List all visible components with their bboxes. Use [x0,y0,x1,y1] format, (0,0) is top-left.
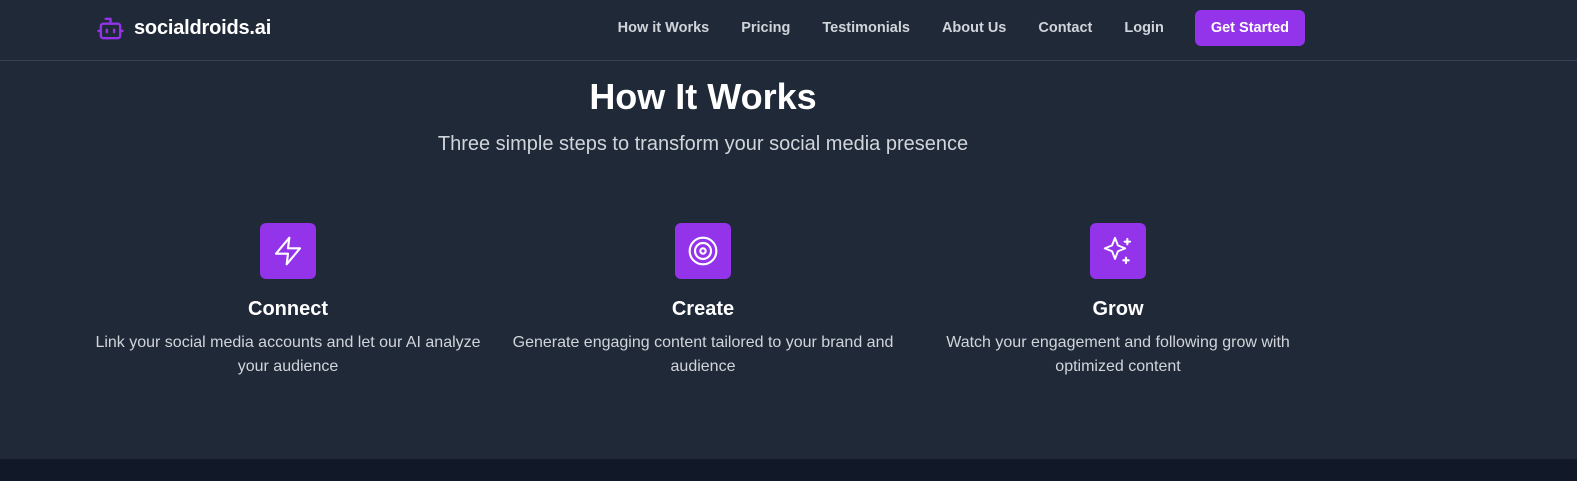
step-icon-box [260,223,316,279]
brand-name: socialdroids.ai [134,16,272,39]
step-title: Create [671,298,735,320]
nav-link-how-it-works[interactable]: How it Works [618,20,710,36]
step-description: Generate engaging content tailored to yo… [512,334,894,375]
step-description: Watch your engagement and following grow… [946,334,1290,375]
section-title: How It Works [589,76,817,117]
get-started-button[interactable]: Get Started [1194,10,1305,46]
nav-links: How it Works Pricing Testimonials About … [618,10,1305,46]
section-subtitle: Three simple steps to transform your soc… [437,133,969,155]
step-icon-box [675,223,731,279]
sparkles-icon [1103,236,1132,265]
bot-icon [97,17,124,39]
steps-row: Connect Link your social media accounts … [88,223,1318,383]
nav-link-about-us[interactable]: About Us [942,20,1006,36]
step-card-connect: Connect Link your social media accounts … [88,223,488,383]
zap-icon [274,236,302,266]
footer-band [0,459,1577,481]
nav-link-contact[interactable]: Contact [1038,20,1092,36]
step-card-grow: Grow Watch your engagement and following… [918,223,1318,383]
step-title: Grow [1092,298,1144,320]
step-card-create: Create Generate engaging content tailore… [503,223,903,383]
step-description: Link your social media accounts and let … [95,334,481,375]
top-navbar: socialdroids.ai How it Works Pricing Tes… [0,0,1577,61]
nav-link-testimonials[interactable]: Testimonials [822,20,910,36]
nav-link-login[interactable]: Login [1124,20,1163,36]
brand-logo[interactable]: socialdroids.ai [96,13,271,43]
target-icon [688,236,718,266]
step-title: Connect [248,298,328,320]
step-icon-box [1090,223,1146,279]
nav-link-pricing[interactable]: Pricing [741,20,790,36]
